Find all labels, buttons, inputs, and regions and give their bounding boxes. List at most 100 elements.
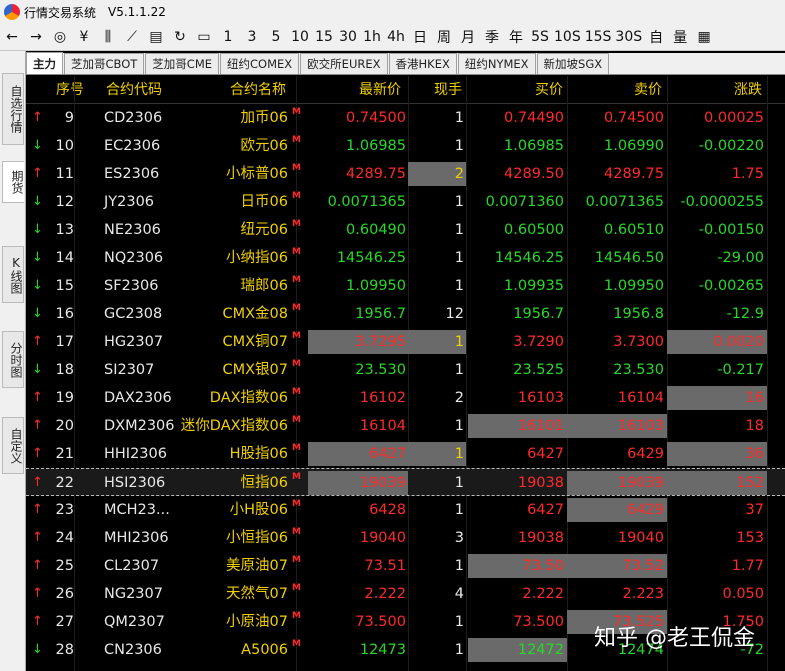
panel-icon[interactable]: ▭ — [192, 25, 216, 49]
row-name: 瑞郎06 — [240, 278, 288, 294]
row-name: 加币06 — [240, 110, 288, 126]
line-chart-icon[interactable]: ⟋ — [120, 25, 144, 49]
period-button-15[interactable]: 15S — [583, 25, 614, 49]
period-button-11[interactable]: 季 — [480, 25, 504, 49]
tab-7[interactable]: 新加坡SGX — [536, 53, 610, 74]
row-change: 0.050 — [722, 586, 764, 602]
quote-row[interactable]: ↓ 13 NE2306 纽元06 M 0.60490 1 0.60500 0.60510 -0.0… — [26, 216, 785, 244]
row-last: 4289.75 — [346, 166, 406, 182]
sidebar-tab-4[interactable]: 自定义 — [2, 417, 24, 474]
col-header-volume[interactable]: 现手 — [434, 76, 462, 104]
tab-5[interactable]: 香港HKEX — [388, 53, 457, 74]
row-bid: 0.60500 — [504, 222, 564, 238]
col-header-bid[interactable]: 买价 — [535, 76, 563, 104]
quote-row[interactable]: ↓ 10 EC2306 欧元06 M 1.06985 1 1.06985 1.06990 -0.0… — [26, 132, 785, 160]
quote-row[interactable]: ↑ 25 CL2307 美原油07 M 73.51 1 73.50 73.52 1.77 — [26, 552, 785, 580]
quote-row[interactable]: ↑ 21 HHI2306 H股指06 M 6427 1 6427 6429 36 — [26, 440, 785, 468]
quote-row[interactable]: ↓ 16 GC2308 CMX金08 M 1956.7 12 1956.7 1956.8 -12.… — [26, 300, 785, 328]
period-button-9[interactable]: 周 — [432, 25, 456, 49]
col-header-last[interactable]: 最新价 — [359, 76, 401, 104]
col-header-ask[interactable]: 卖价 — [634, 76, 662, 104]
quote-row[interactable]: ↓ 14 NQ2306 小纳指06 M 14546.25 1 14546.25 14546.50… — [26, 244, 785, 272]
col-header-change[interactable]: 涨跌 — [734, 76, 762, 104]
tick-list-icon[interactable]: ▤ — [144, 25, 168, 49]
refresh-icon[interactable]: ↻ — [168, 25, 192, 49]
col-header-code[interactable]: 合约代码 — [106, 76, 162, 104]
row-bid: 19038 — [517, 475, 564, 491]
sidebar-tab-3[interactable]: 分时图 — [2, 331, 24, 388]
period-button-12[interactable]: 年 — [504, 25, 528, 49]
quote-row[interactable]: ↑ 20 DXM2306 迷你DAX指数06 M 16104 1 16101 16103 18 — [26, 412, 785, 440]
quote-row[interactable]: ↑ 19 DAX2306 DAX指数06 M 16102 2 16103 16104 16 — [26, 384, 785, 412]
quote-row[interactable]: ↑ 23 MCH23... 小H股06 M 6428 1 6427 6429 37 — [26, 496, 785, 524]
tab-1[interactable]: 芝加哥CBOT — [64, 53, 145, 74]
quote-row[interactable]: ↑ 22 HSI2306 恒指06 M 19039 1 19038 19039 152 — [26, 468, 785, 496]
row-seq: 14 — [55, 250, 74, 266]
row-name: 迷你DAX指数06 — [180, 418, 288, 434]
tab-6[interactable]: 纽约NYMEX — [457, 53, 536, 74]
col-header-name[interactable]: 合约名称 — [230, 76, 286, 104]
period-button-1[interactable]: 3 — [240, 25, 264, 49]
period-button-4[interactable]: 15 — [312, 25, 336, 49]
quote-row[interactable]: ↑ 17 HG2307 CMX铜07 M 3.7295 1 3.7290 3.7300 0.002… — [26, 328, 785, 356]
row-seq: 20 — [55, 418, 74, 434]
row-ask: 16103 — [617, 418, 664, 434]
market-tag: M — [292, 163, 301, 173]
watermark: 知乎 @老王侃金 — [594, 626, 755, 651]
tab-0[interactable]: 主力 — [26, 52, 63, 74]
period-button-5[interactable]: 30 — [336, 25, 360, 49]
radar-icon[interactable]: ◎ — [48, 25, 72, 49]
sidebar-tab-0[interactable]: 自选行情 — [2, 73, 24, 145]
period-button-7[interactable]: 4h — [384, 25, 408, 49]
market-tag: M — [292, 359, 301, 369]
kline-icon[interactable]: ⫼ — [96, 25, 120, 49]
row-seq: 9 — [64, 110, 74, 126]
period-button-2[interactable]: 5 — [264, 25, 288, 49]
quote-row[interactable]: ↑ 11 ES2306 小标普06 M 4289.75 2 4289.50 4289.75 1.7… — [26, 160, 785, 188]
sidebar-tab-1[interactable]: 期货 — [2, 161, 24, 203]
period-button-3[interactable]: 10 — [288, 25, 312, 49]
row-change: -0.0000255 — [680, 194, 764, 210]
up-arrow-icon: ↑ — [32, 586, 43, 601]
app-logo-icon — [4, 4, 20, 20]
tab-2[interactable]: 芝加哥CME — [145, 53, 220, 74]
period-button-14[interactable]: 10S — [552, 25, 583, 49]
period-button-16[interactable]: 30S — [613, 25, 644, 49]
quote-row[interactable]: ↑ 9 CD2306 加币06 M 0.74500 1 0.74490 0.74500 0.000… — [26, 104, 785, 132]
row-last: 23.530 — [355, 362, 406, 378]
row-bid: 19038 — [517, 530, 564, 546]
quote-row[interactable]: ↑ 26 NG2307 天然气07 M 2.222 4 2.222 2.223 0.050 — [26, 580, 785, 608]
row-vol: 1 — [454, 446, 464, 462]
quote-row[interactable]: ↑ 24 MHI2306 小恒指06 M 19040 3 19038 19040 153 — [26, 524, 785, 552]
period-button-17[interactable]: 自 — [644, 25, 668, 49]
col-header-seq[interactable]: 序号 — [56, 76, 84, 104]
row-code: GC2308 — [104, 306, 163, 322]
row-name: 小恒指06 — [226, 530, 288, 546]
row-vol: 1 — [454, 110, 464, 126]
sidebar-tab-2[interactable]: K线图 — [2, 246, 24, 303]
row-vol: 1 — [454, 250, 464, 266]
period-button-8[interactable]: 日 — [408, 25, 432, 49]
tab-4[interactable]: 欧交所EUREX — [300, 53, 388, 74]
tab-3[interactable]: 纽约COMEX — [220, 53, 300, 74]
row-code: CN2306 — [104, 642, 162, 658]
row-ask: 16104 — [617, 390, 664, 406]
period-button-18[interactable]: 量 — [668, 25, 692, 49]
row-bid: 2.222 — [522, 586, 564, 602]
quote-row[interactable]: ↓ 15 SF2306 瑞郎06 M 1.09950 1 1.09935 1.09950 -0.0… — [26, 272, 785, 300]
back-arrow-icon[interactable]: ← — [0, 25, 24, 49]
period-button-6[interactable]: 1h — [360, 25, 384, 49]
period-button-10[interactable]: 月 — [456, 25, 480, 49]
row-last: 1.06985 — [346, 138, 406, 154]
grid-icon[interactable]: ▦ — [692, 25, 716, 49]
title-bar: 行情交易系统 V5.1.1.22 — [0, 0, 785, 24]
period-button-0[interactable]: 1 — [216, 25, 240, 49]
stock-icon[interactable]: ¥ — [72, 25, 96, 49]
period-button-13[interactable]: 5S — [528, 25, 552, 49]
market-tag: M — [292, 555, 301, 565]
quote-row[interactable]: ↓ 18 SI2307 CMX银07 M 23.530 1 23.525 23.530 -0.21… — [26, 356, 785, 384]
row-code: HG2307 — [104, 334, 164, 350]
forward-arrow-icon[interactable]: → — [24, 25, 48, 49]
row-bid: 23.525 — [513, 362, 564, 378]
quote-row[interactable]: ↓ 12 JY2306 日币06 M 0.0071365 1 0.0071360 0.00713… — [26, 188, 785, 216]
